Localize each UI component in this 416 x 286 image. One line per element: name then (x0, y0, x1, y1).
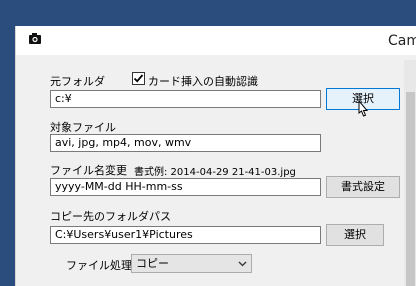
copy-dest-label: コピー先のフォルダパス (50, 210, 171, 223)
chevron-down-icon (238, 261, 247, 267)
window-title: Cam (388, 33, 416, 49)
rename-example-text: 書式例: 2014-04-29 21-41-03.jpg (134, 167, 296, 178)
auto-detect-checkbox[interactable] (132, 72, 145, 85)
mouse-pointer-icon (358, 99, 369, 117)
camera-icon (29, 33, 41, 44)
format-settings-button[interactable]: 書式設定 (326, 176, 400, 198)
checkmark-icon (133, 74, 144, 83)
main-window: Cam 元フォルダ カード挿入の自動認識 c:¥ 選択 対象ファイル avi, … (15, 26, 416, 286)
rename-format-field[interactable]: yyyy-MM-dd HH-mm-ss (50, 178, 321, 196)
target-files-label: 対象ファイル (50, 121, 116, 134)
source-folder-label: 元フォルダ (50, 75, 105, 88)
source-folder-field[interactable]: c:¥ (50, 90, 321, 108)
processing-label: ファイル処理 (66, 259, 132, 272)
scrollbar-thumb[interactable] (406, 92, 415, 286)
target-extensions-field[interactable]: avi, jpg, mp4, mov, wmv (50, 134, 321, 152)
copy-select-button[interactable]: 選択 (326, 224, 384, 246)
auto-detect-label[interactable]: カード挿入の自動認識 (148, 73, 258, 89)
title-bar: Cam (16, 26, 416, 55)
processing-selected-value: コピー (136, 257, 169, 270)
copy-dest-field[interactable]: C:¥Users¥user1¥Pictures (50, 226, 321, 244)
processing-select[interactable]: コピー (131, 254, 252, 273)
vertical-scrollbar[interactable] (404, 60, 416, 286)
rename-label: ファイル名変更 (50, 164, 127, 177)
